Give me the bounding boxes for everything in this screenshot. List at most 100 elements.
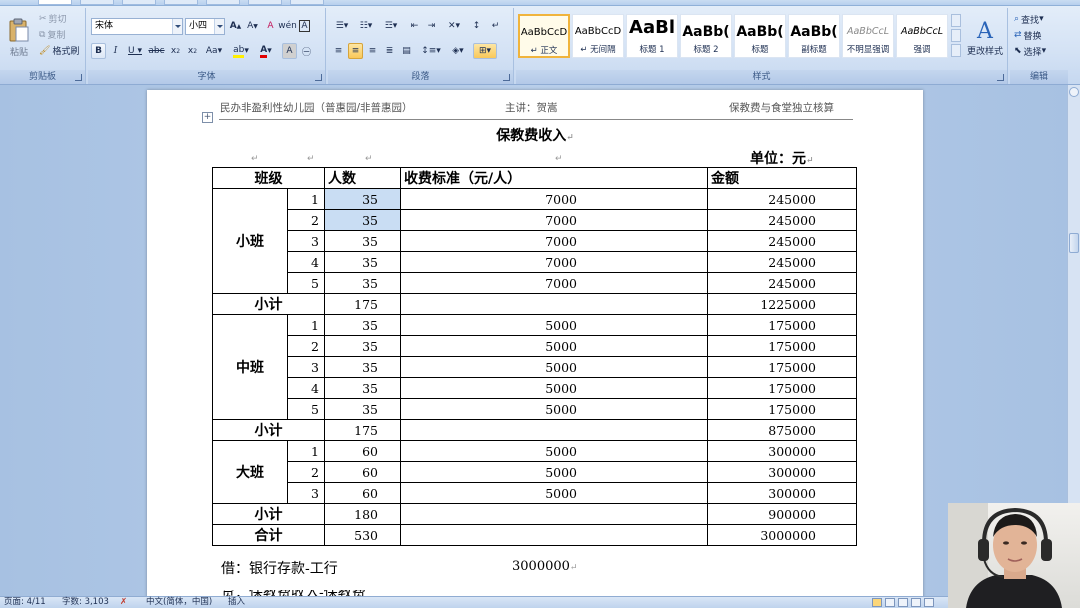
table-move-handle-icon[interactable]: +: [202, 112, 213, 123]
style-no-spacing[interactable]: AaBbCcD ↵ 无间隔: [572, 14, 624, 58]
row-index[interactable]: 4: [287, 377, 325, 399]
justify-icon[interactable]: ≣: [382, 43, 397, 59]
shading-button[interactable]: ◈▾: [447, 43, 469, 59]
count-cell[interactable]: 35: [324, 398, 401, 420]
find-button[interactable]: ⌕ 查找 ▾: [1013, 12, 1065, 26]
style-emphasis[interactable]: AaBbCcL 强调: [896, 14, 948, 58]
superscript-button[interactable]: x2: [185, 43, 200, 59]
rate-cell[interactable]: 5000: [400, 482, 708, 504]
tab-mailings[interactable]: [206, 0, 240, 5]
rate-cell[interactable]: 5000: [400, 377, 708, 399]
amount-cell[interactable]: 300000: [707, 482, 857, 504]
amount-cell[interactable]: 175000: [707, 314, 857, 336]
amount-cell[interactable]: 175000: [707, 335, 857, 357]
clipboard-launcher-icon[interactable]: [75, 74, 82, 81]
proofing-icon[interactable]: ✗: [120, 597, 127, 608]
subtotal-count[interactable]: 180: [324, 503, 401, 525]
empty-cell[interactable]: [400, 419, 708, 441]
change-case-button[interactable]: Aa▾: [203, 43, 225, 59]
increase-indent-icon[interactable]: ⇥: [424, 18, 439, 34]
count-cell[interactable]: 35: [324, 377, 401, 399]
group-label-large[interactable]: 大班: [212, 440, 288, 504]
font-size-combo[interactable]: 小四: [185, 18, 225, 35]
empty-cell[interactable]: [400, 524, 708, 546]
font-color-button[interactable]: A ▾: [255, 43, 277, 59]
row-index[interactable]: 4: [287, 251, 325, 273]
full-screen-view-icon[interactable]: [885, 598, 895, 607]
subtotal-count[interactable]: 175: [324, 419, 401, 441]
chinese-layout-icon[interactable]: ✕▾: [443, 18, 465, 34]
chevron-down-icon[interactable]: [214, 19, 224, 34]
character-shading-icon[interactable]: A: [282, 43, 297, 59]
amount-cell[interactable]: 245000: [707, 272, 857, 294]
amount-cell[interactable]: 300000: [707, 440, 857, 462]
style-heading-1[interactable]: AaBl 标题 1: [626, 14, 678, 58]
bullets-button[interactable]: ☰▾: [331, 18, 353, 34]
line-spacing-button[interactable]: ↕≡▾: [420, 43, 442, 59]
character-border-icon[interactable]: A: [297, 18, 312, 34]
chevron-down-icon[interactable]: [172, 19, 182, 34]
page-indicator[interactable]: 页面: 4/11: [4, 597, 46, 608]
strikethrough-button[interactable]: abc: [148, 43, 165, 59]
amount-cell[interactable]: 175000: [707, 356, 857, 378]
styles-scroll-up-icon[interactable]: [951, 14, 961, 27]
col-header-amount[interactable]: 金额: [707, 167, 857, 189]
show-marks-icon[interactable]: ↵: [488, 18, 503, 34]
amount-cell[interactable]: 175000: [707, 377, 857, 399]
styles-scroll-down-icon[interactable]: [951, 29, 961, 42]
style-heading-2[interactable]: AaBb( 标题 2: [680, 14, 732, 58]
count-cell[interactable]: 35: [324, 188, 401, 210]
tab-insert[interactable]: [80, 0, 114, 5]
styles-launcher-icon[interactable]: [997, 74, 1004, 81]
count-cell[interactable]: 60: [324, 461, 401, 483]
amount-cell[interactable]: 175000: [707, 398, 857, 420]
subtotal-amount[interactable]: 875000: [707, 419, 857, 441]
empty-cell[interactable]: [400, 293, 708, 315]
count-cell[interactable]: 35: [324, 335, 401, 357]
bold-button[interactable]: B: [91, 43, 106, 59]
amount-cell[interactable]: 300000: [707, 461, 857, 483]
copy-button[interactable]: ⧉ 复制: [38, 28, 84, 42]
subtotal-amount[interactable]: 900000: [707, 503, 857, 525]
rate-cell[interactable]: 5000: [400, 440, 708, 462]
journal-entry-amount[interactable]: 3000000↵: [512, 559, 577, 574]
row-index[interactable]: 2: [287, 335, 325, 357]
row-index[interactable]: 2: [287, 209, 325, 231]
total-count[interactable]: 530: [324, 524, 401, 546]
word-count[interactable]: 字数: 3,103: [62, 597, 109, 608]
enclose-character-icon[interactable]: ㊀: [299, 43, 314, 59]
count-cell[interactable]: 35: [324, 272, 401, 294]
highlight-button[interactable]: ab ▾: [230, 43, 252, 59]
style-normal[interactable]: AaBbCcD ↵ 正文: [518, 14, 570, 58]
count-cell[interactable]: 60: [324, 440, 401, 462]
row-index[interactable]: 3: [287, 356, 325, 378]
clear-format-icon[interactable]: A: [263, 18, 278, 34]
align-left-icon[interactable]: ≡: [331, 43, 346, 59]
sort-icon[interactable]: ↕: [469, 18, 484, 34]
row-index[interactable]: 3: [287, 482, 325, 504]
tab-review[interactable]: [248, 0, 282, 5]
paste-button[interactable]: 粘贴: [3, 10, 35, 64]
group-label-middle[interactable]: 中班: [212, 314, 288, 420]
ruler-toggle-icon[interactable]: [1069, 87, 1079, 97]
style-subtitle[interactable]: AaBb( 副标题: [788, 14, 840, 58]
outline-view-icon[interactable]: [911, 598, 921, 607]
amount-cell[interactable]: 245000: [707, 230, 857, 252]
rate-cell[interactable]: 7000: [400, 230, 708, 252]
tab-view[interactable]: [290, 0, 324, 5]
align-center-icon[interactable]: ≡: [348, 43, 363, 59]
count-cell[interactable]: 35: [324, 314, 401, 336]
col-header-count[interactable]: 人数: [324, 167, 401, 189]
subtotal-amount[interactable]: 1225000: [707, 293, 857, 315]
journal-entry-text[interactable]: 借：银行存款-工行: [221, 558, 338, 578]
tab-references[interactable]: [164, 0, 198, 5]
grow-font-button[interactable]: A ▲: [228, 18, 243, 34]
rate-cell[interactable]: 5000: [400, 335, 708, 357]
count-cell[interactable]: 35: [324, 251, 401, 273]
print-layout-view-icon[interactable]: [872, 598, 882, 607]
style-title[interactable]: AaBb( 标题: [734, 14, 786, 58]
style-subtle-emphasis[interactable]: AaBbCcL 不明显强调: [842, 14, 894, 58]
rate-cell[interactable]: 5000: [400, 314, 708, 336]
numbering-button[interactable]: ☷▾: [355, 18, 377, 34]
replace-button[interactable]: ⇄ 替换: [1013, 28, 1065, 42]
